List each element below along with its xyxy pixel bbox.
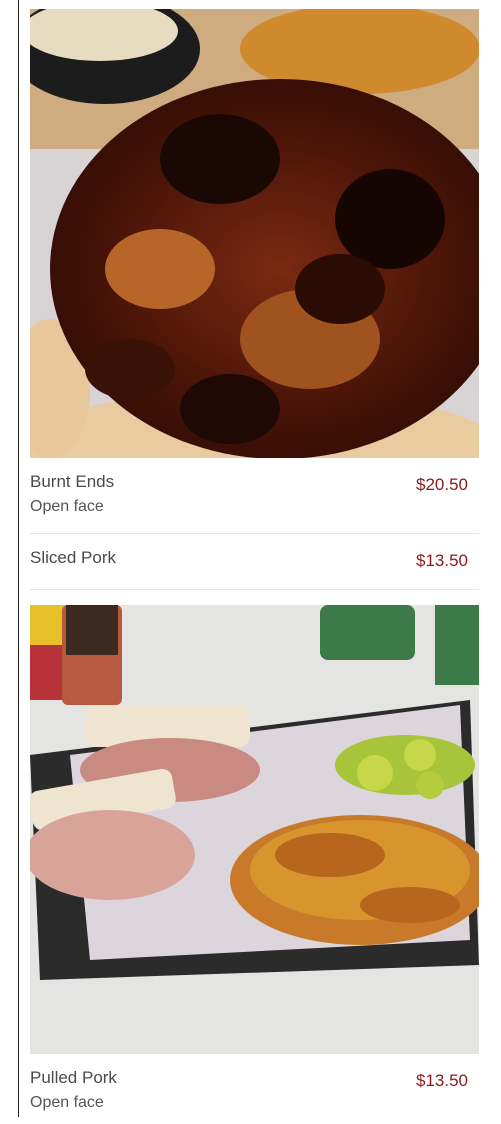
burnt-ends-image [30, 9, 479, 458]
burnt-ends-photo[interactable] [30, 9, 479, 458]
item-description: Open face [30, 1094, 104, 1111]
menu-list: Burnt Ends Open face $20.50 Sliced Pork … [30, 9, 479, 1124]
left-border-rule [18, 0, 19, 1117]
item-divider [30, 589, 479, 590]
pulled-pork-photo[interactable] [30, 605, 479, 1054]
item-description: Open face [30, 498, 104, 515]
item-price: $13.50 [416, 1071, 468, 1090]
menu-item-pulled-pork[interactable]: Pulled Pork Open face $13.50 [30, 1054, 479, 1124]
pulled-pork-image [30, 605, 479, 1054]
item-price: $13.50 [416, 551, 468, 570]
item-name: Burnt Ends [30, 472, 115, 491]
menu-item-sliced-pork[interactable]: Sliced Pork $13.50 [30, 534, 479, 605]
menu-item-burnt-ends[interactable]: Burnt Ends Open face $20.50 [30, 458, 479, 534]
item-name: Sliced Pork [30, 548, 116, 567]
item-name: Pulled Pork [30, 1068, 117, 1087]
item-price: $20.50 [416, 475, 468, 494]
